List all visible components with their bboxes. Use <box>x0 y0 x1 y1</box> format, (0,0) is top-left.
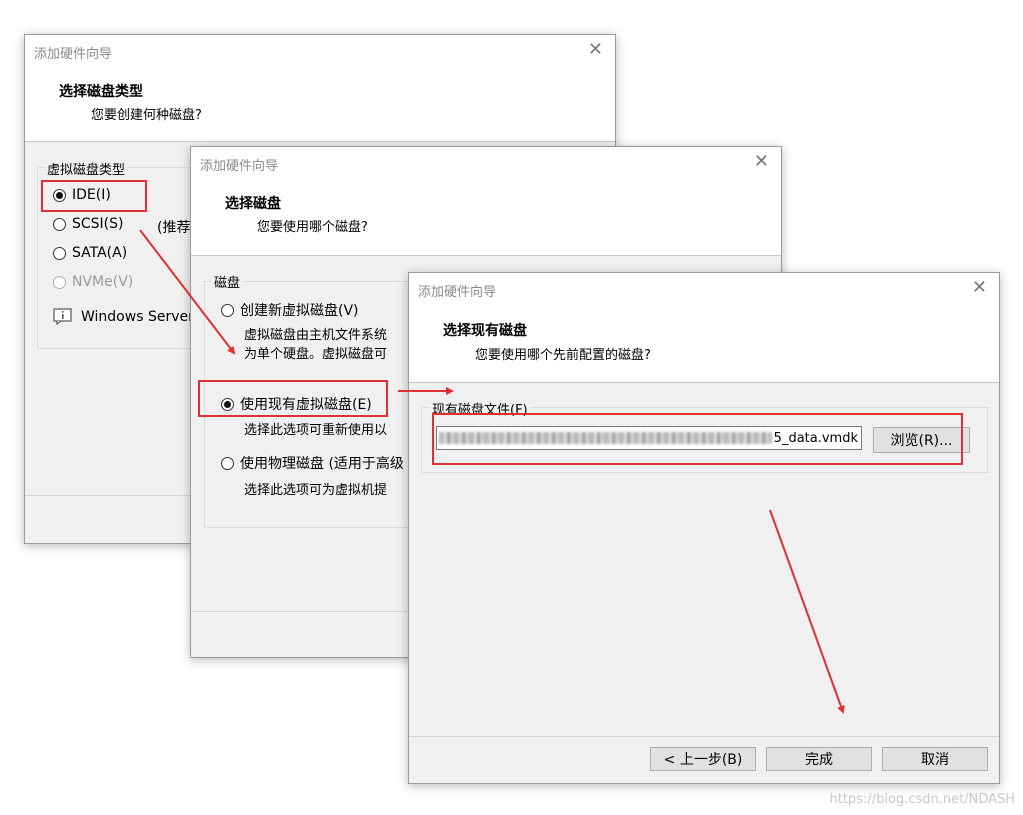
wizard-body: 现有磁盘文件(F) 5_data.vmdk 浏览(R)... <box>409 383 999 783</box>
radio-use-physical-label: 使用物理磁盘 (适用于高级 <box>240 456 404 472</box>
use-existing-desc: 选择此选项可重新使用以 <box>244 423 388 438</box>
disk-group-label: 磁盘 <box>211 272 244 291</box>
scsi-recommended-note: (推荐 <box>157 220 191 236</box>
radio-ide-label: IDE(I) <box>72 187 111 203</box>
windows-server-note: Windows Server <box>53 308 194 325</box>
radio-sata-label: SATA(A) <box>72 245 128 261</box>
wizard-footer: < 上一步(B) 完成 取消 <box>409 736 999 783</box>
browse-button[interactable]: 浏览(R)... <box>873 427 970 453</box>
radio-ide[interactable]: IDE(I) <box>53 187 111 203</box>
radio-dot <box>53 217 66 231</box>
close-icon[interactable]: ✕ <box>972 278 987 298</box>
create-new-desc-line1: 虚拟磁盘由主机文件系统 <box>244 328 388 343</box>
window-title: 添加硬件向导 <box>418 285 497 300</box>
radio-use-existing-label: 使用现有虚拟磁盘(E) <box>240 397 372 413</box>
radio-dot <box>221 303 234 317</box>
disk-type-group-label: 虚拟磁盘类型 <box>44 159 129 178</box>
close-icon[interactable]: ✕ <box>754 152 769 172</box>
radio-dot <box>53 188 66 202</box>
redacted-path <box>439 432 772 444</box>
page-subtitle: 您要创建何种磁盘? <box>91 108 202 123</box>
window-title: 添加硬件向导 <box>200 159 279 174</box>
create-new-desc-line2: 为单个硬盘。虚拟磁盘可 <box>244 347 388 362</box>
window-title: 添加硬件向导 <box>34 47 113 62</box>
radio-scsi[interactable]: SCSI(S) <box>53 216 124 232</box>
radio-create-new-label: 创建新虚拟磁盘(V) <box>240 303 359 319</box>
close-icon[interactable]: ✕ <box>588 40 603 60</box>
watermark: https://blog.csdn.net/NDASH <box>829 792 1016 807</box>
cancel-button[interactable]: 取消 <box>882 747 988 771</box>
disk-file-path-input[interactable]: 5_data.vmdk <box>436 426 862 450</box>
title-bar[interactable]: 添加硬件向导 ✕ <box>191 147 781 179</box>
radio-nvme: NVMe(V) <box>53 274 133 290</box>
page-subtitle: 您要使用哪个先前配置的磁盘? <box>475 348 651 363</box>
finish-button[interactable]: 完成 <box>766 747 872 771</box>
radio-dot <box>221 456 234 470</box>
radio-create-new-disk[interactable]: 创建新虚拟磁盘(V) <box>221 300 359 320</box>
radio-nvme-label: NVMe(V) <box>72 274 134 290</box>
radio-dot <box>221 397 234 411</box>
back-button[interactable]: < 上一步(B) <box>650 747 756 771</box>
radio-use-physical-disk[interactable]: 使用物理磁盘 (适用于高级 <box>221 453 404 473</box>
info-message-icon <box>53 308 73 325</box>
radio-use-existing-disk[interactable]: 使用现有虚拟磁盘(E) <box>221 394 372 414</box>
radio-dot <box>53 246 66 260</box>
wizard-window-select-existing-disk: 添加硬件向导 ✕ 选择现有磁盘 您要使用哪个先前配置的磁盘? 现有磁盘文件(F)… <box>408 272 1000 784</box>
radio-dot <box>53 275 66 289</box>
page-title: 选择现有磁盘 <box>443 323 527 339</box>
page-subtitle: 您要使用哪个磁盘? <box>257 220 368 235</box>
disk-file-path-suffix: 5_data.vmdk <box>773 430 858 446</box>
page-title: 选择磁盘 <box>225 196 281 212</box>
radio-scsi-label: SCSI(S) <box>72 216 124 232</box>
use-physical-desc: 选择此选项可为虚拟机提 <box>244 483 388 498</box>
radio-sata[interactable]: SATA(A) <box>53 245 127 261</box>
title-bar[interactable]: 添加硬件向导 ✕ <box>25 35 615 67</box>
windows-server-text: Windows Server <box>81 308 194 325</box>
page-title: 选择磁盘类型 <box>59 84 143 100</box>
title-bar[interactable]: 添加硬件向导 ✕ <box>409 273 999 305</box>
existing-disk-file-label: 现有磁盘文件(F) <box>429 399 531 418</box>
